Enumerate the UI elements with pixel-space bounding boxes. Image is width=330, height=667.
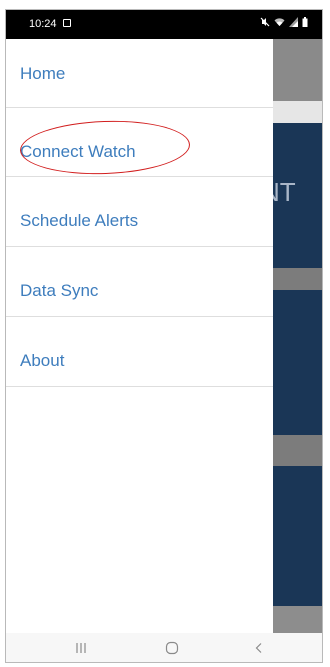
system-navigation-bar bbox=[6, 633, 322, 662]
mute-icon bbox=[260, 17, 270, 27]
drawer-item-label: Data Sync bbox=[20, 281, 99, 300]
phone-screen: 10:24 NT Home Connect Watch Schedule Ale… bbox=[5, 9, 323, 663]
status-icons bbox=[260, 17, 308, 27]
status-bar: 10:24 bbox=[6, 10, 322, 39]
drawer-item-label: Schedule Alerts bbox=[20, 211, 139, 230]
drawer-item-home[interactable]: Home bbox=[6, 39, 273, 108]
battery-icon bbox=[302, 17, 308, 27]
status-time: 10:24 bbox=[29, 18, 57, 30]
drawer-item-label: About bbox=[20, 351, 65, 370]
drawer-item-connect-watch[interactable]: Connect Watch bbox=[6, 108, 273, 177]
recents-icon[interactable] bbox=[68, 639, 94, 657]
notification-icon bbox=[63, 19, 71, 27]
home-icon[interactable] bbox=[159, 639, 185, 657]
back-icon[interactable] bbox=[246, 639, 272, 657]
wifi-icon bbox=[274, 17, 285, 27]
drawer-item-data-sync[interactable]: Data Sync bbox=[6, 247, 273, 317]
drawer-item-label: Connect Watch bbox=[20, 142, 136, 161]
signal-icon bbox=[289, 17, 298, 27]
drawer-item-label: Home bbox=[20, 64, 66, 83]
drawer-item-about[interactable]: About bbox=[6, 317, 273, 387]
navigation-drawer: Home Connect Watch Schedule Alerts Data … bbox=[6, 39, 273, 662]
drawer-item-schedule-alerts[interactable]: Schedule Alerts bbox=[6, 177, 273, 247]
